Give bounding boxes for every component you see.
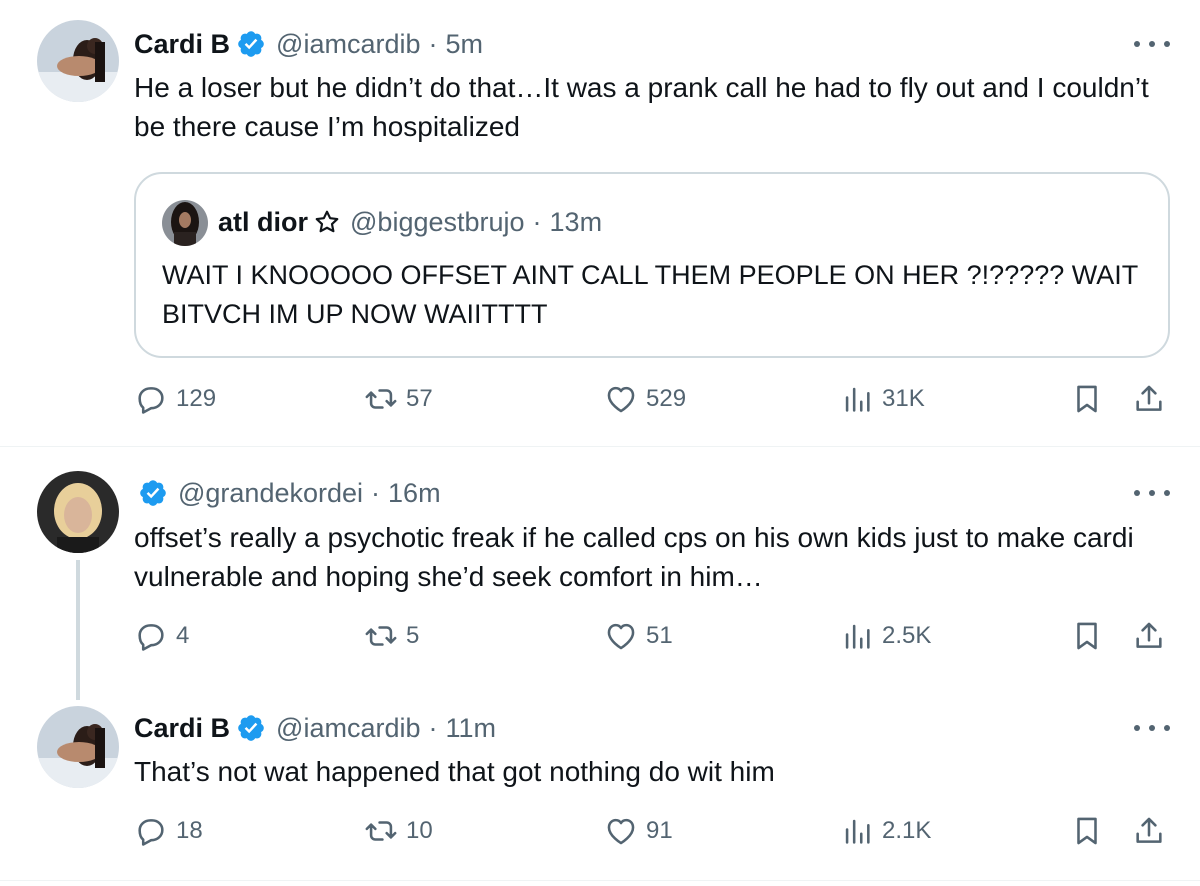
- author-name[interactable]: Cardi B: [134, 29, 230, 60]
- views-button[interactable]: 2.1K: [840, 814, 931, 848]
- bookmark-icon: [1077, 622, 1097, 650]
- views-button[interactable]: 2.5K: [840, 619, 931, 653]
- retweet-count: 5: [406, 622, 420, 649]
- bookmark-icon: [1077, 817, 1097, 845]
- timestamp[interactable]: 13m: [550, 207, 603, 238]
- retweet-count: 57: [406, 385, 433, 412]
- retweet-button[interactable]: 57: [364, 382, 433, 416]
- thread-connector-line: [76, 560, 80, 700]
- share-button[interactable]: [1132, 619, 1174, 653]
- author-name[interactable]: atl dior: [218, 207, 308, 238]
- verified-badge-icon: [238, 715, 264, 741]
- author-name[interactable]: Cardi B: [134, 713, 230, 744]
- action-bar: 4 5 51 2.5K: [134, 619, 1170, 663]
- share-upload-icon: [1136, 817, 1162, 843]
- avatar[interactable]: [37, 471, 119, 553]
- share-upload-icon: [1136, 622, 1162, 648]
- bookmark-button[interactable]: [1070, 814, 1112, 848]
- separator-dot: ·: [532, 206, 542, 237]
- separator-dot: ·: [428, 28, 438, 59]
- bookmark-icon: [1077, 385, 1097, 413]
- retweet-button[interactable]: 10: [364, 814, 433, 848]
- more-icon[interactable]: [1134, 34, 1170, 54]
- tweet[interactable]: @grandekordei · 16m offset’s really a ps…: [0, 447, 1200, 697]
- separator-dot: ·: [428, 712, 438, 743]
- reply-count: 129: [176, 385, 217, 412]
- author-handle[interactable]: @grandekordei: [178, 478, 363, 509]
- retweet-button[interactable]: 5: [364, 619, 419, 653]
- retweet-count: 10: [406, 817, 433, 844]
- reply-button[interactable]: 129: [134, 382, 216, 416]
- timestamp[interactable]: 11m: [445, 713, 496, 744]
- share-button[interactable]: [1132, 814, 1174, 848]
- like-count: 51: [646, 622, 673, 649]
- tweet-text: offset’s really a psychotic freak if he …: [134, 522, 1134, 592]
- heart-icon: [607, 623, 635, 650]
- star-outline-icon: [315, 210, 339, 233]
- like-button[interactable]: 91: [604, 814, 673, 848]
- tweet[interactable]: Cardi B @iamcardib · 5m He a loser but h…: [0, 0, 1200, 446]
- share-button[interactable]: [1132, 382, 1174, 416]
- reply-button[interactable]: 4: [134, 619, 189, 653]
- author-handle[interactable]: @iamcardib: [276, 713, 420, 744]
- verified-badge-icon: [140, 480, 166, 506]
- retweet-icon: [365, 626, 397, 646]
- retweet-icon: [365, 821, 397, 841]
- views-bar-chart-icon: [845, 819, 870, 844]
- reply-count: 18: [176, 817, 203, 844]
- timestamp[interactable]: 16m: [388, 478, 441, 509]
- action-bar: 129 57 529 31K: [134, 382, 1170, 426]
- views-bar-chart-icon: [845, 387, 870, 412]
- separator-dot: ·: [371, 477, 381, 508]
- author-handle[interactable]: @iamcardib: [276, 29, 420, 60]
- retweet-icon: [365, 389, 397, 409]
- tweet-text: That’s not wat happened that got nothing…: [134, 756, 775, 787]
- bookmark-button[interactable]: [1070, 382, 1112, 416]
- timestamp[interactable]: 5m: [445, 29, 483, 60]
- action-bar: 18 10 91 2.1K: [134, 814, 1170, 858]
- more-icon[interactable]: [1134, 483, 1170, 503]
- like-button[interactable]: 529: [604, 382, 686, 416]
- views-bar-chart-icon: [845, 624, 870, 649]
- reply-bubble-icon: [138, 624, 164, 651]
- bookmark-button[interactable]: [1070, 619, 1112, 653]
- like-count: 91: [646, 817, 673, 844]
- like-count: 529: [646, 385, 687, 412]
- tweet-text: He a loser but he didn’t do that…It was …: [134, 72, 1149, 142]
- quoted-tweet-text: WAIT I KNOOOOO OFFSET AINT CALL THEM PEO…: [162, 260, 1138, 329]
- verified-badge-icon: [238, 31, 264, 57]
- author-handle[interactable]: @biggestbrujo: [350, 207, 525, 238]
- views-count: 2.5K: [882, 622, 932, 649]
- views-count: 31K: [882, 385, 925, 412]
- heart-icon: [607, 386, 635, 413]
- like-button[interactable]: 51: [604, 619, 673, 653]
- reply-count: 4: [176, 622, 190, 649]
- share-upload-icon: [1136, 385, 1162, 411]
- reply-bubble-icon: [138, 387, 164, 414]
- views-count: 2.1K: [882, 817, 932, 844]
- avatar[interactable]: [37, 20, 119, 102]
- views-button[interactable]: 31K: [840, 382, 925, 416]
- avatar[interactable]: [37, 706, 119, 788]
- quoted-tweet[interactable]: atl dior @biggestbrujo · 13m WAIT I KNOO…: [134, 172, 1170, 358]
- reply-bubble-icon: [138, 819, 164, 846]
- tweet[interactable]: Cardi B @iamcardib · 11m That’s not wat …: [0, 700, 1200, 880]
- heart-icon: [607, 818, 635, 845]
- divider: [0, 880, 1200, 881]
- more-icon[interactable]: [1134, 718, 1170, 738]
- reply-button[interactable]: 18: [134, 814, 203, 848]
- avatar[interactable]: [162, 200, 208, 246]
